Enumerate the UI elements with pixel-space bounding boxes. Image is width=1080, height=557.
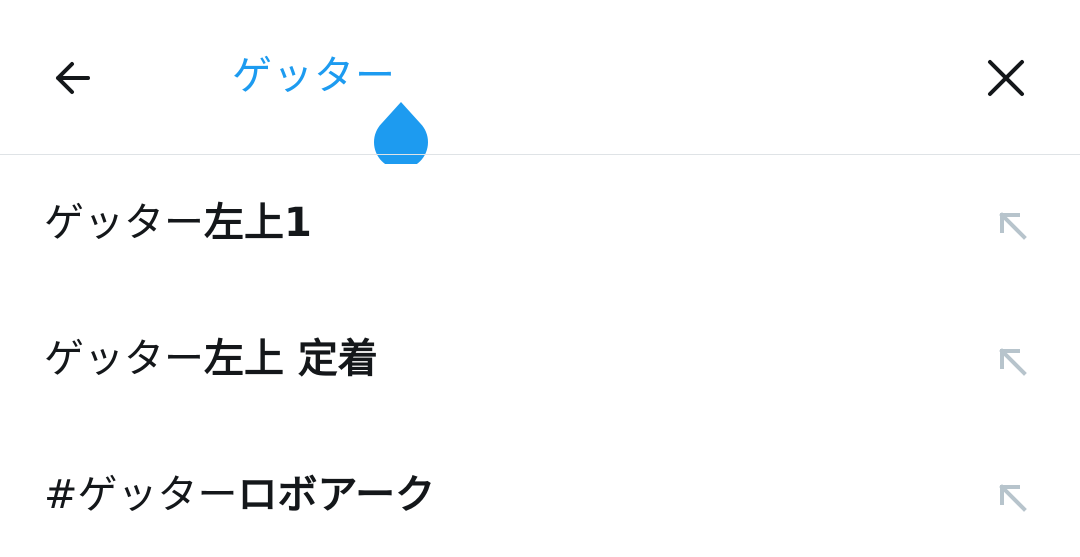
suggestion-list: ゲッター左上1 ゲッター左上 定着 #ゲッターロボアーク [0, 155, 1080, 557]
suggestion-item[interactable]: ゲッター左上 定着 [0, 291, 1080, 427]
suggestion-completion: 左上 定着 [204, 336, 378, 382]
search-input[interactable]: ゲッター [232, 46, 932, 106]
fill-suggestion-button[interactable] [986, 471, 1038, 523]
arrow-up-left-icon [999, 484, 1027, 512]
suggestion-text: ゲッター左上1 [44, 193, 312, 253]
clear-search-button[interactable] [974, 46, 1038, 110]
search-screen: ゲッター ゲッター左上1 ゲッター左上 定着 #ゲッターロボアーク [0, 0, 1080, 557]
suggestion-match: #ゲッター [44, 472, 238, 518]
fill-suggestion-button[interactable] [986, 335, 1038, 387]
suggestion-text: ゲッター左上 定着 [44, 329, 378, 389]
suggestion-item[interactable]: ゲッター左上1 [0, 155, 1080, 291]
suggestion-match: ゲッター [44, 336, 204, 382]
search-query-text: ゲッター [232, 53, 396, 99]
fill-suggestion-button[interactable] [986, 199, 1038, 251]
search-bar: ゲッター [0, 0, 1080, 164]
suggestion-match: ゲッター [44, 200, 204, 246]
suggestion-text: #ゲッターロボアーク [44, 465, 435, 525]
arrow-left-icon [56, 62, 90, 94]
arrow-up-left-icon [999, 348, 1027, 376]
suggestion-completion: 左上1 [204, 200, 312, 246]
arrow-up-left-icon [999, 212, 1027, 240]
suggestion-item[interactable]: #ゲッターロボアーク [0, 427, 1080, 557]
back-button[interactable] [40, 46, 104, 110]
suggestion-completion: ロボアーク [237, 472, 436, 518]
close-icon [988, 60, 1024, 96]
